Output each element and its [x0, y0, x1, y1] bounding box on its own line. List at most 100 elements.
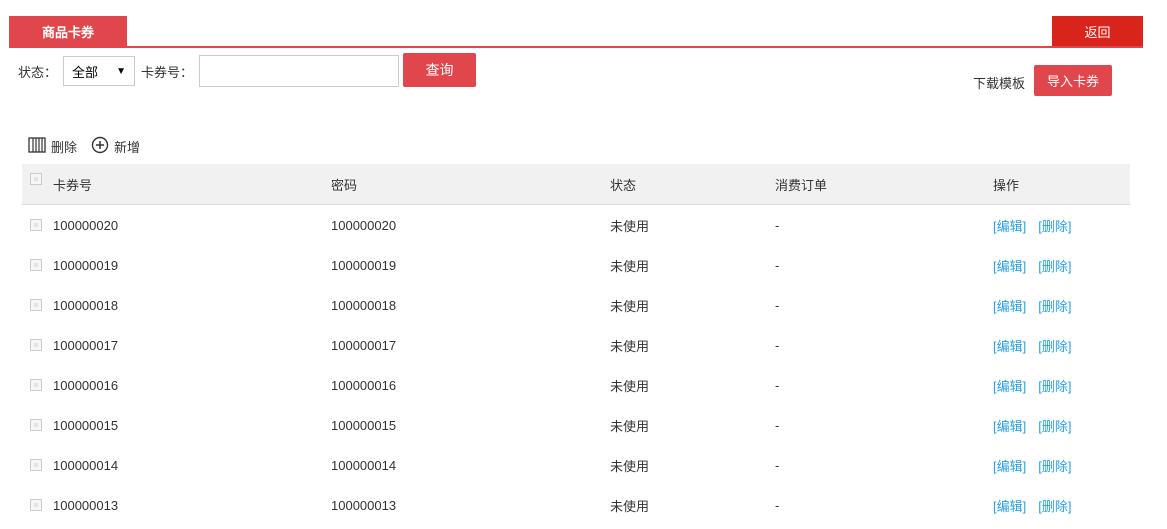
cell-code: 100000014 — [53, 457, 119, 473]
delete-selected-button[interactable]: 删除 — [28, 136, 78, 156]
cell-ops: [编辑] [删除] — [993, 416, 1071, 435]
row-checkbox[interactable] — [30, 379, 42, 391]
cell-password: 100000017 — [331, 337, 397, 353]
cell-code: 100000016 — [53, 377, 119, 393]
row-checkbox[interactable] — [30, 499, 42, 511]
filter-bar: 状态： 全部 ▼ 卡券号： — [18, 54, 400, 88]
edit-link[interactable]: [编辑] — [993, 296, 1026, 315]
cell-ops: [编辑] [删除] — [993, 456, 1071, 475]
download-template-link[interactable]: 下载模板 — [973, 73, 1025, 92]
delete-link[interactable]: [删除] — [1038, 296, 1071, 315]
delete-link[interactable]: [删除] — [1038, 256, 1071, 275]
edit-link[interactable]: [编辑] — [993, 336, 1026, 355]
row-checkbox[interactable] — [30, 339, 42, 351]
cell-ops: [编辑] [删除] — [993, 296, 1071, 315]
cell-password: 100000019 — [331, 257, 397, 273]
cell-status: 未使用 — [610, 338, 650, 354]
table-body: 100000020 100000020 未使用 - [编辑] [删除] 1000… — [22, 205, 1130, 525]
add-coupon-button[interactable]: 新增 — [91, 136, 140, 157]
delete-link[interactable]: [删除] — [1038, 496, 1071, 515]
table-row: 100000017 100000017 未使用 - [编辑] [删除] — [22, 325, 1130, 365]
delete-label: 删除 — [51, 139, 78, 155]
column-header-order: 消费订单 — [775, 177, 828, 193]
cell-status: 未使用 — [610, 458, 650, 474]
query-button[interactable]: 查询 — [403, 53, 476, 87]
cell-status: 未使用 — [610, 378, 650, 394]
cell-password: 100000014 — [331, 457, 397, 473]
cell-code: 100000017 — [53, 337, 119, 353]
row-checkbox[interactable] — [30, 259, 42, 271]
cell-password: 100000016 — [331, 377, 397, 393]
delete-link[interactable]: [删除] — [1038, 216, 1071, 235]
cell-order: - — [775, 297, 780, 313]
cell-ops: [编辑] [删除] — [993, 256, 1071, 275]
status-select[interactable]: 全部 ▼ — [63, 56, 136, 86]
status-select-value: 全部 — [72, 64, 99, 80]
column-header-ops: 操作 — [993, 177, 1020, 193]
cell-order: - — [775, 217, 780, 233]
cell-ops: [编辑] [删除] — [993, 336, 1071, 355]
row-checkbox[interactable] — [30, 459, 42, 471]
cell-code: 100000015 — [53, 417, 119, 433]
coupon-table: 卡券号 密码 状态 消费订单 操作 100000020 100000020 未使… — [22, 164, 1130, 525]
row-checkbox[interactable] — [30, 219, 42, 231]
table-toolbar: 删除 新增 — [28, 135, 140, 157]
cell-status: 未使用 — [610, 218, 650, 234]
cell-password: 100000018 — [331, 297, 397, 313]
plus-circle-icon — [91, 136, 109, 157]
edit-link[interactable]: [编辑] — [993, 416, 1026, 435]
add-label: 新增 — [114, 139, 141, 155]
tab-product-coupons[interactable]: 商品卡券 — [9, 16, 127, 46]
edit-link[interactable]: [编辑] — [993, 376, 1026, 395]
select-all-checkbox[interactable] — [30, 173, 42, 185]
table-row: 100000016 100000016 未使用 - [编辑] [删除] — [22, 365, 1130, 405]
table-row: 100000015 100000015 未使用 - [编辑] [删除] — [22, 405, 1130, 445]
cell-status: 未使用 — [610, 298, 650, 314]
cell-code: 100000019 — [53, 257, 119, 273]
column-header-status: 状态 — [610, 177, 637, 193]
cell-order: - — [775, 457, 780, 473]
import-coupons-button[interactable]: 导入卡券 — [1034, 65, 1112, 96]
cell-code: 100000020 — [53, 217, 119, 233]
cell-status: 未使用 — [610, 498, 650, 514]
cell-code: 100000013 — [53, 497, 119, 513]
delete-link[interactable]: [删除] — [1038, 456, 1071, 475]
cell-order: - — [775, 337, 780, 353]
edit-link[interactable]: [编辑] — [993, 456, 1026, 475]
table-row: 100000019 100000019 未使用 - [编辑] [删除] — [22, 245, 1130, 285]
table-row: 100000014 100000014 未使用 - [编辑] [删除] — [22, 445, 1130, 485]
status-filter-label: 状态： — [18, 64, 58, 80]
table-row: 100000013 100000013 未使用 - [编辑] [删除] — [22, 485, 1130, 525]
trash-icon — [28, 136, 46, 156]
back-button[interactable]: 返回 — [1052, 16, 1143, 46]
cell-order: - — [775, 257, 780, 273]
cell-code: 100000018 — [53, 297, 119, 313]
cell-ops: [编辑] [删除] — [993, 496, 1071, 515]
cell-order: - — [775, 497, 780, 513]
cell-status: 未使用 — [610, 418, 650, 434]
cell-order: - — [775, 377, 780, 393]
table-row: 100000018 100000018 未使用 - [编辑] [删除] — [22, 285, 1130, 325]
edit-link[interactable]: [编辑] — [993, 256, 1026, 275]
cell-status: 未使用 — [610, 258, 650, 274]
row-checkbox[interactable] — [30, 299, 42, 311]
delete-link[interactable]: [删除] — [1038, 336, 1071, 355]
table-header: 卡券号 密码 状态 消费订单 操作 — [22, 164, 1130, 205]
delete-link[interactable]: [删除] — [1038, 376, 1071, 395]
coupon-code-input[interactable] — [199, 55, 400, 87]
edit-link[interactable]: [编辑] — [993, 216, 1026, 235]
chevron-down-icon: ▼ — [116, 65, 127, 77]
top-tab-bar: 商品卡券 返回 — [9, 14, 1143, 48]
cell-password: 100000015 — [331, 417, 397, 433]
delete-link[interactable]: [删除] — [1038, 416, 1071, 435]
cell-ops: [编辑] [删除] — [993, 376, 1071, 395]
column-header-code: 卡券号 — [53, 177, 93, 193]
table-row: 100000020 100000020 未使用 - [编辑] [删除] — [22, 205, 1130, 245]
edit-link[interactable]: [编辑] — [993, 496, 1026, 515]
cell-password: 100000020 — [331, 217, 397, 233]
cell-ops: [编辑] [删除] — [993, 216, 1071, 235]
row-checkbox[interactable] — [30, 419, 42, 431]
column-header-password: 密码 — [331, 177, 358, 193]
cell-order: - — [775, 417, 780, 433]
cell-password: 100000013 — [331, 497, 397, 513]
